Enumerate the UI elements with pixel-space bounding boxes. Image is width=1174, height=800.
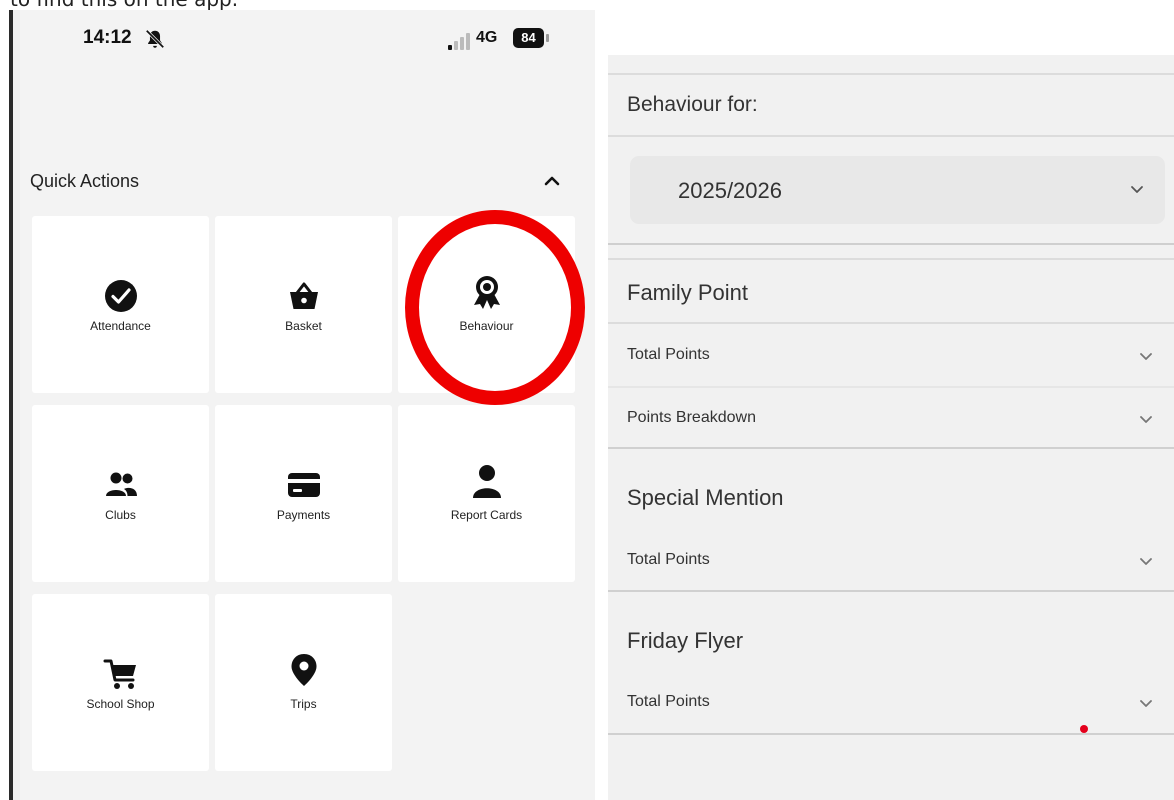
behaviour-panel: Behaviour for: 2025/2026 Family Point To… [608,55,1174,800]
behaviour-for-label: Behaviour for: [627,93,758,116]
status-time: 14:12 [83,27,132,48]
divider [608,322,1174,324]
divider [608,590,1174,592]
cellular-signal-icon [448,33,470,50]
row-total-points[interactable]: Total Points [627,346,710,364]
battery-level: 84 [513,28,544,48]
chevron-down-icon[interactable] [1138,555,1154,567]
row-total-points[interactable]: Total Points [627,551,710,569]
year-value: 2025/2026 [678,178,782,203]
tile-label: Payments [276,508,331,522]
divider [608,73,1174,75]
tile-basket[interactable]: Basket [215,216,392,393]
divider [608,243,1174,245]
highlight-circle [405,210,585,405]
tile-payments[interactable]: Payments [215,405,392,582]
red-dot-marker [1080,725,1088,733]
row-points-breakdown[interactable]: Points Breakdown [627,409,756,427]
quick-actions-title: Quick Actions [30,171,140,191]
network-type: 4G [476,29,498,46]
bell-muted-icon [145,29,165,49]
phone-screen: 14:12 4G 84 Quick Actions Attendance Bas… [9,10,595,800]
section-title-family-point: Family Point [627,280,749,305]
shopping-cart-icon [103,659,136,689]
section-title-friday-flyer: Friday Flyer [627,628,744,653]
chevron-down-icon[interactable] [1138,350,1154,362]
tile-trips[interactable]: Trips [215,594,392,771]
tile-label: Attendance [90,319,151,333]
divider [608,447,1174,449]
chevron-up-icon[interactable] [541,170,563,192]
check-circle-icon [104,280,137,312]
section-title-special-mention: Special Mention [627,485,784,510]
divider [608,386,1174,388]
person-icon [472,465,501,498]
basket-icon [289,282,318,309]
chevron-down-icon[interactable] [1138,413,1154,425]
tile-school-shop[interactable]: School Shop [32,594,209,771]
year-select[interactable]: 2025/2026 [630,156,1165,224]
divider [608,733,1174,735]
credit-card-icon [287,473,320,497]
tile-attendance[interactable]: Attendance [32,216,209,393]
status-bar: 14:12 4G 84 [13,10,595,66]
tile-report-cards[interactable]: Report Cards [398,405,575,582]
tile-label: Trips [290,697,317,711]
people-icon [105,472,137,496]
battery-icon: 84 [513,28,550,48]
tile-label: Clubs [105,508,136,522]
tile-label: School Shop [86,697,155,711]
chevron-down-icon [1131,186,1143,193]
tile-label: Report Cards [450,508,523,522]
row-total-points[interactable]: Total Points [627,693,710,711]
tile-label: Basket [285,319,322,333]
chevron-down-icon[interactable] [1138,697,1154,709]
divider [608,135,1174,137]
divider [608,258,1174,260]
location-pin-icon [291,654,316,686]
tile-clubs[interactable]: Clubs [32,405,209,582]
